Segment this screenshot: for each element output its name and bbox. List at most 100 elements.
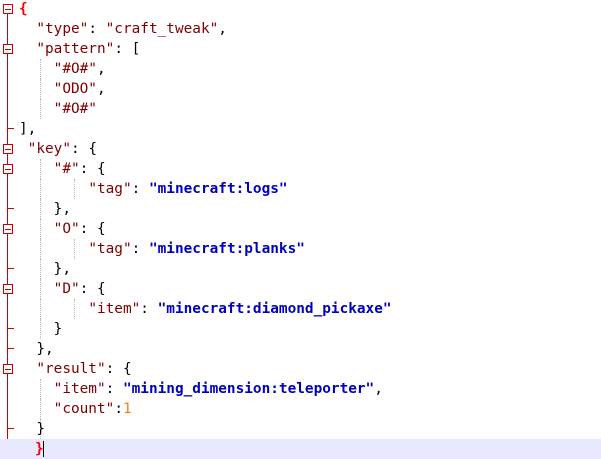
code-text: "result": { xyxy=(19,359,132,379)
code-text: { xyxy=(19,0,28,19)
code-text: } xyxy=(19,319,63,339)
token-op: : xyxy=(114,401,123,417)
token-key: "O" xyxy=(53,221,80,237)
code-line[interactable]: "result": { xyxy=(0,359,601,379)
token-brace-hl: { xyxy=(19,1,28,17)
code-line[interactable]: }, xyxy=(0,339,601,359)
code-line[interactable]: } xyxy=(0,419,601,439)
code-text: "key": { xyxy=(19,139,97,159)
code-line[interactable]: "item": "mining_dimension:teleporter", xyxy=(0,379,601,399)
token-op: , xyxy=(96,61,106,77)
code-line[interactable]: "tag": "minecraft:planks" xyxy=(0,239,601,259)
code-line[interactable]: "key": { xyxy=(0,139,601,159)
token-op: : xyxy=(105,381,123,397)
token-op: : { xyxy=(79,281,106,297)
code-line[interactable]: "D": { xyxy=(0,279,601,299)
token-op: ], xyxy=(19,121,37,137)
token-op: , xyxy=(374,381,383,397)
token-val: "minecraft:planks" xyxy=(148,241,305,257)
token-key: "D" xyxy=(53,281,80,297)
code-text: "item": "mining_dimension:teleporter", xyxy=(19,379,383,399)
token-op xyxy=(19,41,36,57)
token-key: "#" xyxy=(53,161,80,177)
token-op xyxy=(19,81,54,97)
token-op xyxy=(19,381,54,397)
token-key: "result" xyxy=(36,361,106,377)
token-key: "count" xyxy=(53,401,115,417)
token-op xyxy=(19,101,54,117)
code-text: "#O#", xyxy=(19,59,106,79)
token-op: }, xyxy=(19,341,54,357)
code-line[interactable]: { xyxy=(0,0,601,19)
code-line[interactable]: }, xyxy=(0,259,601,279)
code-text: ], xyxy=(19,119,36,139)
code-line[interactable]: "tag": "minecraft:logs" xyxy=(0,179,601,199)
code-line[interactable]: "ODO", xyxy=(0,79,601,99)
token-key: "item" xyxy=(88,301,141,317)
token-op xyxy=(19,21,36,37)
token-op xyxy=(19,401,54,417)
token-str: "#O#" xyxy=(53,101,97,117)
token-op: } xyxy=(19,421,45,437)
code-text: }, xyxy=(19,259,71,279)
token-op xyxy=(19,361,36,377)
code-line[interactable]: }, xyxy=(0,199,601,219)
token-key: "tag" xyxy=(88,181,132,197)
token-op xyxy=(19,161,54,177)
code-line[interactable]: ], xyxy=(0,119,601,139)
token-op: , xyxy=(218,21,227,37)
text-caret xyxy=(43,441,45,457)
token-op xyxy=(19,301,88,317)
code-editor[interactable]: { "type": "craft_tweak", "pattern": [ "#… xyxy=(0,0,601,459)
code-text: "#O#" xyxy=(19,99,97,119)
code-line[interactable]: "#": { xyxy=(0,159,601,179)
token-op: } xyxy=(19,321,63,337)
code-line[interactable]: } xyxy=(0,319,601,339)
code-line[interactable]: } xyxy=(0,439,601,459)
token-key: "item" xyxy=(53,381,106,397)
code-text: } xyxy=(35,439,44,459)
token-op: }, xyxy=(19,201,71,217)
token-val: "minecraft:logs" xyxy=(148,181,288,197)
code-line[interactable]: "item": "minecraft:diamond_pickaxe" xyxy=(0,299,601,319)
token-op: : { xyxy=(105,361,132,377)
token-op xyxy=(19,221,54,237)
code-line[interactable]: "O": { xyxy=(0,219,601,239)
code-lines[interactable]: { "type": "craft_tweak", "pattern": [ "#… xyxy=(0,0,601,459)
code-line[interactable]: "#O#", xyxy=(0,59,601,79)
token-op xyxy=(19,241,88,257)
code-text: "pattern": [ xyxy=(19,39,140,59)
token-op xyxy=(19,141,28,157)
code-text: "tag": "minecraft:planks" xyxy=(19,239,305,259)
code-line[interactable]: "pattern": [ xyxy=(0,39,601,59)
token-str: "#O#" xyxy=(53,61,97,77)
token-val: "mining_dimension:teleporter" xyxy=(122,381,375,397)
token-op: : xyxy=(88,21,106,37)
token-key: "type" xyxy=(36,21,89,37)
token-key: "tag" xyxy=(88,241,132,257)
token-str: "ODO" xyxy=(53,81,97,97)
token-op: : { xyxy=(71,141,97,157)
token-op: : { xyxy=(79,161,106,177)
code-text: "ODO", xyxy=(19,79,106,99)
token-val: "minecraft:diamond_pickaxe" xyxy=(157,301,392,317)
token-op: }, xyxy=(19,261,71,277)
token-op: : { xyxy=(79,221,106,237)
code-line[interactable]: "#O#" xyxy=(0,99,601,119)
code-line[interactable]: "type": "craft_tweak", xyxy=(0,19,601,39)
code-text: } xyxy=(19,419,45,439)
code-line[interactable]: "count":1 xyxy=(0,399,601,419)
code-text: "#": { xyxy=(19,159,106,179)
code-text: "type": "craft_tweak", xyxy=(19,19,227,39)
code-text: "count":1 xyxy=(19,399,132,419)
token-op xyxy=(19,61,54,77)
token-op: : xyxy=(131,181,149,197)
token-key: "key" xyxy=(27,141,71,157)
token-op: : xyxy=(131,241,149,257)
code-text: }, xyxy=(19,199,71,219)
code-text: }, xyxy=(19,339,54,359)
code-text: "O": { xyxy=(19,219,106,239)
token-op: , xyxy=(96,81,106,97)
token-op xyxy=(19,281,54,297)
token-key: "pattern" xyxy=(36,41,115,57)
